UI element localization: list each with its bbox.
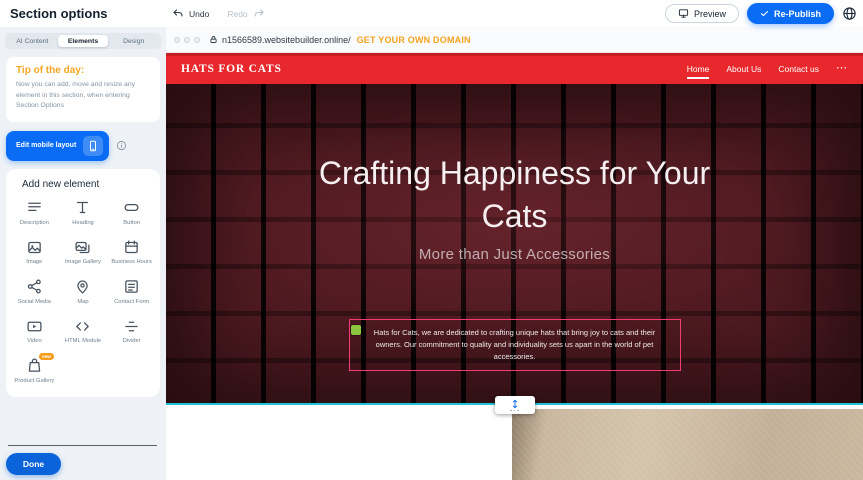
code-icon — [74, 317, 91, 335]
edit-mobile-layout-button[interactable]: Edit mobile layout — [6, 131, 109, 161]
selected-text-element[interactable]: Hats for Cats, we are dedicated to craft… — [349, 319, 681, 371]
element-grid: Description Heading Button Image — [10, 199, 156, 386]
heading-icon — [74, 199, 91, 217]
undo-button[interactable]: Undo — [189, 9, 209, 19]
tip-body: Now you can add, move and resize any ele… — [16, 80, 150, 112]
tab-elements[interactable]: Elements — [58, 35, 109, 47]
next-section — [166, 405, 863, 480]
element-heading[interactable]: Heading — [59, 199, 108, 228]
video-icon — [26, 317, 43, 335]
element-divider[interactable]: Divider — [107, 317, 156, 346]
element-html-module[interactable]: HTML Module — [59, 317, 108, 346]
preview-label: Preview — [694, 9, 726, 19]
undo-icon[interactable] — [172, 8, 184, 20]
globe-icon[interactable] — [842, 6, 857, 21]
done-button[interactable]: Done — [6, 453, 61, 475]
monitor-icon — [678, 8, 689, 19]
sidebar-divider — [8, 445, 157, 446]
nav-home[interactable]: Home — [687, 59, 710, 79]
window-dot-icon — [194, 37, 200, 43]
mobile-layout-row: Edit mobile layout — [6, 131, 160, 161]
window-dot-icon — [174, 37, 180, 43]
button-icon — [123, 199, 140, 217]
add-element-panel: Add new element Description Heading Butt… — [6, 169, 160, 398]
resize-arrows-icon — [510, 399, 520, 409]
site-viewport: HATS FOR CATS Home About Us Contact us ⋯… — [166, 53, 863, 480]
check-icon — [760, 9, 769, 18]
element-business-hours[interactable]: Business Hours — [107, 238, 156, 267]
element-button[interactable]: Button — [107, 199, 156, 228]
sidebar-tabs: AI Content Elements Design — [5, 33, 161, 49]
browser-bar: n1566589.websitebuilder.online/ GET YOUR… — [166, 27, 863, 53]
divider-icon — [123, 317, 140, 335]
tab-design[interactable]: Design — [108, 35, 159, 47]
hero-paragraph: Hats for Cats, we are dedicated to craft… — [363, 327, 667, 363]
history-controls: Undo Redo — [172, 0, 265, 27]
hero-heading[interactable]: Crafting Happiness for Your Cats — [295, 152, 735, 237]
tip-card: Tip of the day: Now you can add, move an… — [6, 57, 160, 122]
republish-button[interactable]: Re-Publish — [747, 3, 834, 24]
tab-ai-content[interactable]: AI Content — [7, 35, 58, 47]
topbar-actions: Preview Re-Publish — [665, 0, 857, 27]
nav-more-icon[interactable]: ⋯ — [836, 61, 848, 77]
republish-label: Re-Publish — [774, 9, 821, 19]
topbar: Section options Undo Redo Preview Re-Pub… — [0, 0, 863, 27]
pin-icon — [74, 278, 91, 296]
image-icon — [26, 238, 43, 256]
element-description[interactable]: Description — [10, 199, 59, 228]
nav-contact[interactable]: Contact us — [778, 59, 819, 79]
phone-icon — [83, 136, 103, 156]
drag-handle-icon[interactable] — [351, 325, 361, 335]
new-badge: new — [39, 353, 54, 360]
element-map[interactable]: Map — [59, 278, 108, 307]
preview-area: n1566589.websitebuilder.online/ GET YOUR… — [166, 27, 863, 480]
window-dot-icon — [184, 37, 190, 43]
lock-icon — [209, 35, 218, 44]
element-image-gallery[interactable]: Image Gallery — [59, 238, 108, 267]
preview-button[interactable]: Preview — [665, 4, 739, 23]
element-contact-form[interactable]: Contact Form — [107, 278, 156, 307]
element-video[interactable]: Video — [10, 317, 59, 346]
site-url: n1566589.websitebuilder.online/ — [222, 35, 351, 45]
text-lines-icon — [26, 199, 43, 217]
nav-about[interactable]: About Us — [726, 59, 761, 79]
get-domain-link[interactable]: GET YOUR OWN DOMAIN — [357, 35, 471, 45]
hero-subheading[interactable]: More than Just Accessories — [419, 246, 610, 263]
edit-mobile-label: Edit mobile layout — [16, 142, 76, 149]
next-section-image[interactable] — [512, 409, 863, 480]
gallery-icon — [74, 238, 91, 256]
add-panel-title: Add new element — [22, 179, 156, 190]
site-header: HATS FOR CATS Home About Us Contact us ⋯ — [166, 53, 863, 84]
site-nav: Home About Us Contact us ⋯ — [687, 59, 848, 79]
page-title: Section options — [10, 6, 108, 21]
tip-title: Tip of the day: — [16, 65, 150, 76]
info-icon[interactable] — [116, 140, 127, 151]
product-gallery-icon: new — [26, 357, 43, 375]
element-social-media[interactable]: Social Media — [10, 278, 59, 307]
section-resize-handle[interactable] — [495, 396, 535, 414]
redo-icon[interactable] — [253, 8, 265, 20]
element-product-gallery[interactable]: new Product Gallery — [10, 357, 59, 386]
form-icon — [123, 278, 140, 296]
site-logo[interactable]: HATS FOR CATS — [181, 63, 282, 75]
hours-icon — [123, 238, 140, 256]
hero-section: Crafting Happiness for Your Cats More th… — [166, 84, 863, 405]
grip-dots-icon — [510, 410, 519, 412]
redo-button[interactable]: Redo — [227, 9, 247, 19]
sidebar: AI Content Elements Design Tip of the da… — [0, 27, 166, 480]
share-icon — [26, 278, 43, 296]
element-image[interactable]: Image — [10, 238, 59, 267]
